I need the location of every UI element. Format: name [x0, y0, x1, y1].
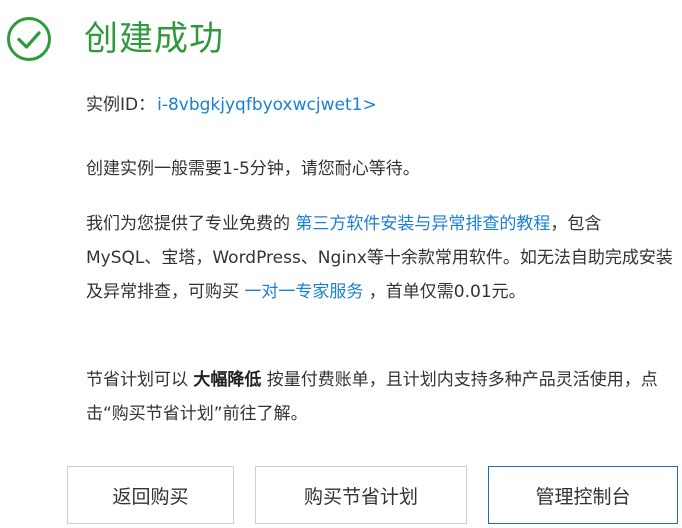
instance-id-row: 实例ID： i-8vbgkjyqfbyoxwcjwet1> — [86, 88, 377, 122]
tutorial-link[interactable]: 第三方软件安装与异常排查的教程 — [295, 214, 550, 234]
savings-emphasis: 大幅降低 — [193, 370, 262, 390]
check-circle-icon — [7, 17, 51, 61]
page-title: 创建成功 — [84, 19, 224, 59]
success-header: 创建成功 — [6, 14, 224, 64]
wait-message: 创建实例一般需要1-5分钟，请您耐心等待。 — [86, 159, 420, 179]
support-text-3: ，首单仅需0.01元。 — [363, 282, 526, 302]
instance-id-label: 实例ID： — [86, 95, 156, 115]
buy-savings-plan-button[interactable]: 购买节省计划 — [255, 466, 467, 524]
management-console-button[interactable]: 管理控制台 — [488, 466, 678, 524]
support-text-1: 我们为您提供了专业免费的 — [86, 214, 296, 234]
expert-service-link[interactable]: 一对一专家服务 — [244, 282, 363, 302]
savings-text-1: 节省计划可以 — [86, 370, 194, 390]
instance-id-link[interactable]: i-8vbgkjyqfbyoxwcjwet1> — [157, 95, 377, 115]
savings-paragraph: 节省计划可以 大幅降低 按量付费账单，且计划内支持多种产品灵活使用，点击“购买节… — [86, 363, 676, 431]
support-paragraph: 我们为您提供了专业免费的 第三方软件安装与异常排查的教程，包含MySQL、宝塔，… — [86, 207, 676, 309]
back-to-purchase-button[interactable]: 返回购买 — [67, 466, 234, 524]
